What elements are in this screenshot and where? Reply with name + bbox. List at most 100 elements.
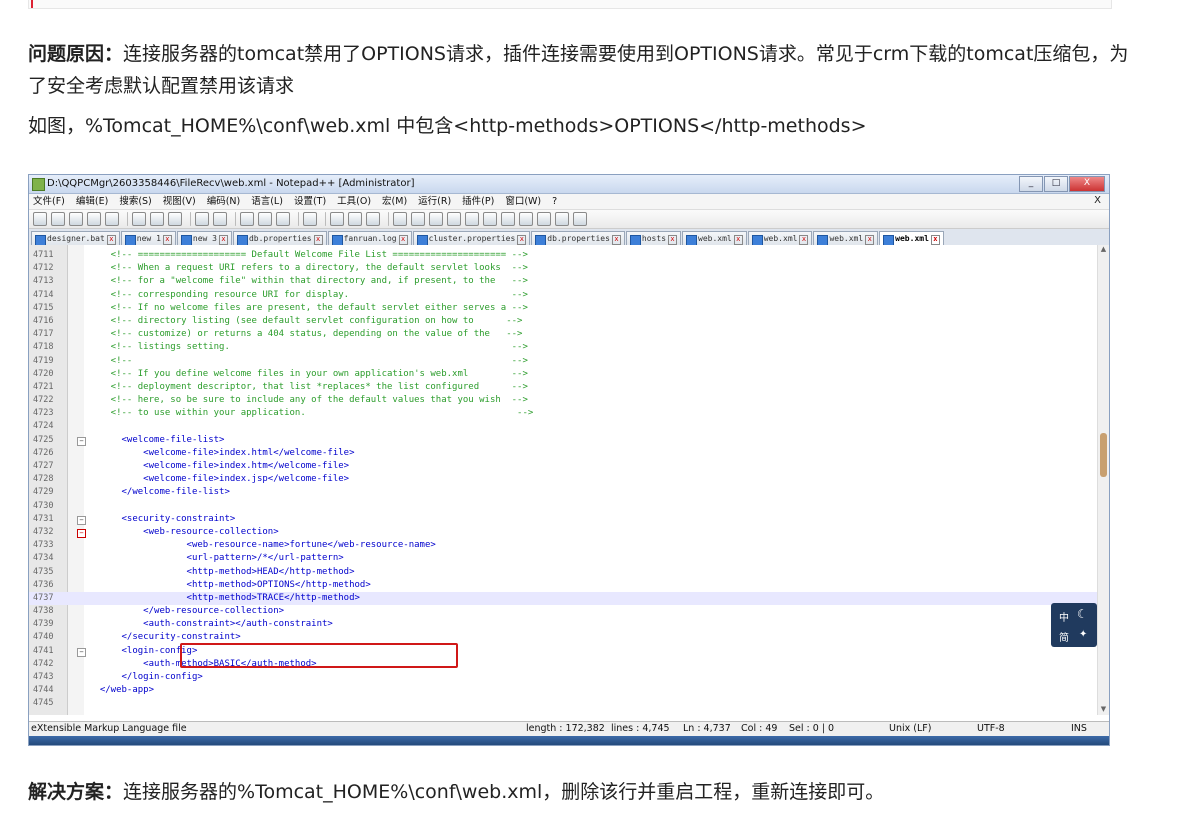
fold-toggle-icon[interactable]: − bbox=[77, 528, 86, 538]
toolbar-button-icon[interactable] bbox=[573, 212, 587, 226]
toolbar-button-icon[interactable] bbox=[411, 212, 425, 226]
code-text: <!-- corresponding resource URI for disp… bbox=[89, 289, 528, 300]
line-number: 4719 bbox=[33, 355, 54, 366]
line-number: 4712 bbox=[33, 263, 54, 274]
shirt-icon: ✦ bbox=[1079, 629, 1088, 640]
menu-item[interactable]: 工具(O) bbox=[337, 194, 371, 209]
menu-item[interactable]: 文件(F) bbox=[33, 194, 65, 209]
code-line: 4727 <welcome-file>index.htm</welcome-fi… bbox=[29, 460, 1097, 473]
toolbar-button-icon[interactable] bbox=[393, 212, 407, 226]
menu-item[interactable]: 视图(V) bbox=[163, 194, 196, 209]
code-text: <http-method>TRACE</http-method> bbox=[89, 592, 360, 603]
file-tab-label: fanruan.log bbox=[343, 234, 397, 243]
toolbar-button-icon[interactable] bbox=[429, 212, 443, 226]
menu-bar: 文件(F) 编辑(E) 搜索(S) 视图(V) 编码(N) 语言(L) 设置(T) 工具(O)… bbox=[29, 194, 1109, 210]
line-number: 4732 bbox=[33, 526, 54, 537]
menu-item[interactable]: ? bbox=[552, 194, 557, 209]
toolbar-button-icon[interactable] bbox=[555, 212, 569, 226]
toolbar-button-icon[interactable] bbox=[537, 212, 551, 226]
status-encoding: UTF-8 bbox=[977, 723, 1005, 734]
toolbar-button-icon[interactable] bbox=[132, 212, 146, 226]
minimize-button[interactable]: _ bbox=[1019, 176, 1043, 192]
menu-item[interactable]: 运行(R) bbox=[418, 194, 451, 209]
line-number: 4743 bbox=[33, 672, 54, 682]
code-text: <welcome-file>index.html</welcome-file> bbox=[89, 447, 355, 458]
file-tab-label: db.properties bbox=[547, 234, 610, 243]
toolbar-button-icon[interactable] bbox=[501, 212, 515, 226]
toolbar-button-icon[interactable] bbox=[105, 212, 119, 226]
code-text: <!-- here, so be sure to include any of … bbox=[89, 395, 528, 406]
code-line: 4728 <welcome-file>index.jsp</welcome-fi… bbox=[29, 473, 1097, 486]
line-number: 4730 bbox=[33, 500, 54, 511]
toolbar-button-icon[interactable] bbox=[330, 212, 344, 226]
toolbar-button-icon[interactable] bbox=[195, 212, 209, 226]
menu-item[interactable]: 窗口(W) bbox=[505, 194, 541, 209]
code-text: <auth-constraint></auth-constraint> bbox=[89, 619, 333, 630]
moon-icon: ☾ bbox=[1077, 607, 1088, 621]
toolbar-button-icon[interactable] bbox=[465, 212, 479, 226]
code-line: 4715 <!-- If no welcome files are presen… bbox=[29, 302, 1097, 315]
file-tab-label: new 3 bbox=[192, 234, 217, 243]
window-title: D:\QQPCMgr\2603358446\FileRecv\web.xml -… bbox=[47, 178, 415, 189]
toolbar-separator bbox=[235, 212, 236, 226]
code-text: <web-resource-collection> bbox=[89, 526, 279, 537]
code-text: <!-- customize) or returns a 404 status,… bbox=[89, 329, 523, 340]
code-line: 4745 bbox=[29, 697, 1097, 710]
fold-toggle-icon[interactable]: − bbox=[77, 436, 86, 446]
menu-item[interactable]: 设置(T) bbox=[294, 194, 326, 209]
line-number: 4726 bbox=[33, 447, 54, 458]
code-line: 4739 <auth-constraint></auth-constraint> bbox=[29, 618, 1097, 631]
code-text: <welcome-file-list> bbox=[89, 434, 225, 445]
menu-item[interactable]: 搜索(S) bbox=[119, 194, 151, 209]
code-text: <welcome-file>index.htm</welcome-file> bbox=[89, 461, 350, 471]
toolbar-button-icon[interactable] bbox=[348, 212, 362, 226]
status-file-type: eXtensible Markup Language file bbox=[31, 723, 187, 734]
code-text: <!-- If you define welcome files in your… bbox=[89, 368, 528, 379]
toolbar bbox=[29, 210, 1109, 229]
scroll-down-icon[interactable]: ▼ bbox=[1099, 705, 1108, 715]
menu-item[interactable]: 编码(N) bbox=[207, 194, 241, 209]
toolbar-button-icon[interactable] bbox=[69, 212, 83, 226]
toolbar-button-icon[interactable] bbox=[168, 212, 182, 226]
code-text: <!-- for a "welcome file" within that di… bbox=[89, 276, 528, 287]
menu-item[interactable]: 插件(P) bbox=[462, 194, 494, 209]
toolbar-button-icon[interactable] bbox=[51, 212, 65, 226]
toolbar-button-icon[interactable] bbox=[240, 212, 254, 226]
toolbar-button-icon[interactable] bbox=[483, 212, 497, 226]
line-number: 4733 bbox=[33, 540, 54, 551]
toolbar-button-icon[interactable] bbox=[519, 212, 533, 226]
maximize-button[interactable]: □ bbox=[1044, 176, 1068, 192]
cause-label: 问题原因： bbox=[28, 43, 124, 65]
menu-item[interactable]: 宏(M) bbox=[382, 194, 407, 209]
red-line bbox=[31, 0, 33, 8]
file-tab-label: web.xml bbox=[698, 234, 732, 243]
code-text: <!-- deployment descriptor, that list *r… bbox=[89, 381, 528, 392]
toolbar-button-icon[interactable] bbox=[150, 212, 164, 226]
vertical-scrollbar[interactable]: ▲ ▼ bbox=[1097, 245, 1109, 715]
toolbar-button-icon[interactable] bbox=[366, 212, 380, 226]
line-number: 4731 bbox=[33, 513, 54, 524]
menu-item[interactable]: 编辑(E) bbox=[76, 194, 108, 209]
line-number: 4711 bbox=[33, 250, 54, 260]
code-editor[interactable]: 4711 <!-- ==================== Default W… bbox=[29, 245, 1097, 715]
fold-toggle-icon[interactable]: − bbox=[77, 515, 86, 525]
toolbar-button-icon[interactable] bbox=[303, 212, 317, 226]
close-button[interactable]: X bbox=[1069, 176, 1105, 192]
ime-widget[interactable]: 中 ☾ 简 ✦ bbox=[1051, 603, 1097, 647]
scroll-thumb[interactable] bbox=[1100, 433, 1107, 477]
fold-toggle-icon[interactable]: − bbox=[77, 647, 86, 657]
toolbar-button-icon[interactable] bbox=[33, 212, 47, 226]
toolbar-button-icon[interactable] bbox=[447, 212, 461, 226]
toolbar-button-icon[interactable] bbox=[258, 212, 272, 226]
scroll-up-icon[interactable]: ▲ bbox=[1099, 245, 1108, 255]
menu-item[interactable]: 语言(L) bbox=[251, 194, 283, 209]
code-text: <http-method>OPTIONS</http-method> bbox=[89, 579, 371, 590]
toolbar-button-icon[interactable] bbox=[213, 212, 227, 226]
toolbar-button-icon[interactable] bbox=[87, 212, 101, 226]
toolbar-button-icon[interactable] bbox=[276, 212, 290, 226]
line-number: 4738 bbox=[33, 606, 54, 617]
code-line: 4717 <!-- customize) or returns a 404 st… bbox=[29, 328, 1097, 341]
line-number: 4737 bbox=[33, 592, 54, 603]
menu-close-icon[interactable]: X bbox=[1094, 195, 1101, 206]
line-number: 4728 bbox=[33, 474, 54, 485]
